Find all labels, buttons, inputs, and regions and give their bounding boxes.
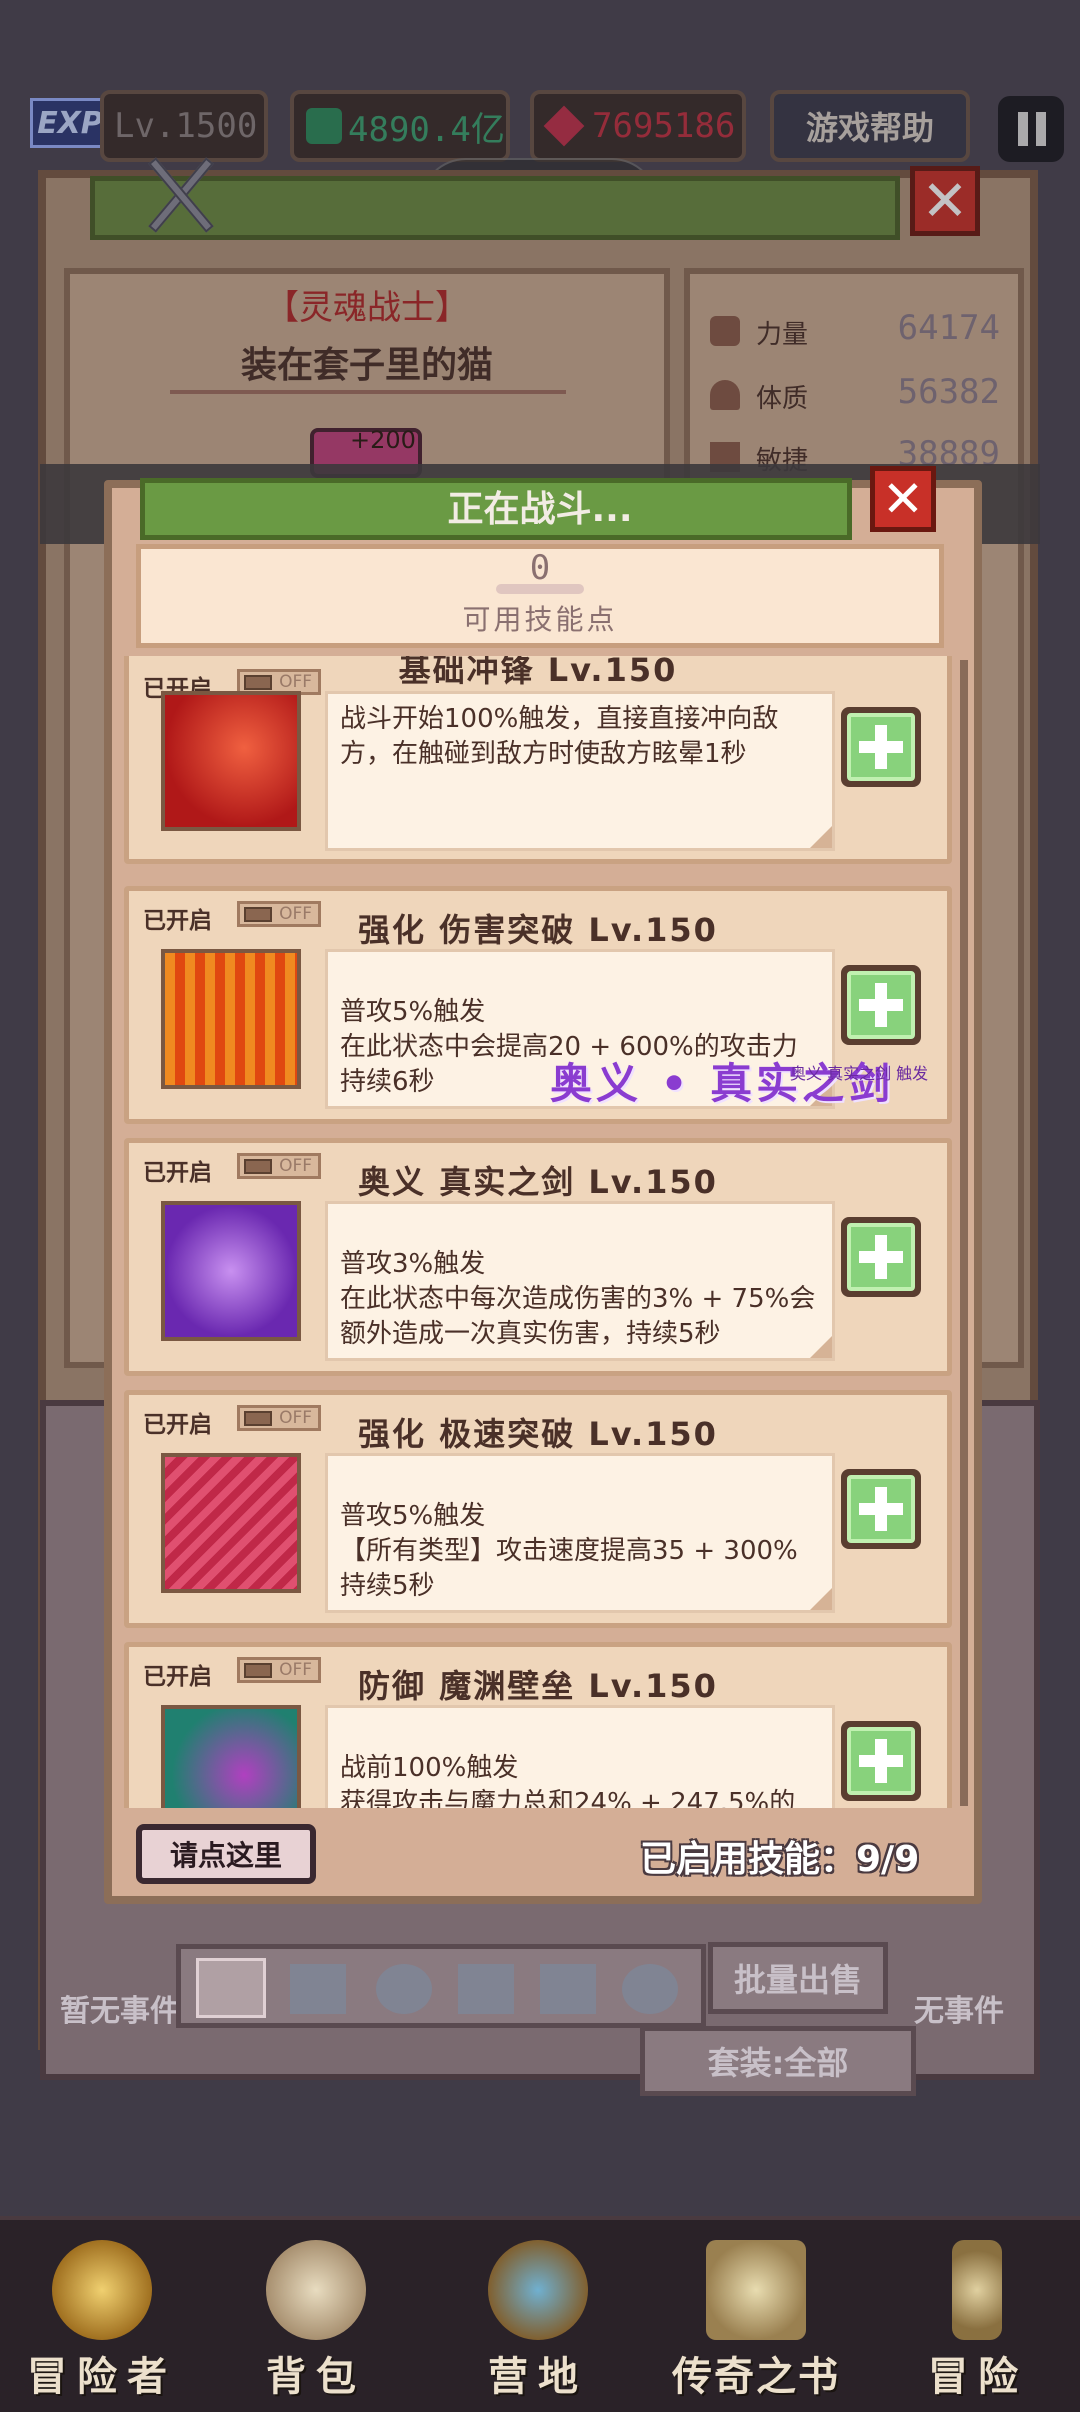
skill-points-value: 0: [529, 548, 551, 588]
shield-crystal-icon: [161, 1705, 301, 1808]
purple-sword-icon: [161, 1201, 301, 1341]
skill-desc-text: 战斗开始100%触发，直接直接冲向敌方，在触碰到敌方时使敌方眩晕1秒: [340, 704, 779, 769]
skill-list[interactable]: 已开启 OFF 基础冲锋 Lv.150 战斗开始100%触发，直接直接冲向敌方，…: [110, 656, 968, 1808]
click-here-label: 请点这里: [169, 1839, 282, 1872]
skill-desc-text: 普攻3%触发 在此状态中每次造成伤害的3% + 75%会额外造成一次真实伤害，持…: [340, 1249, 816, 1349]
right-event-label: 无事件: [914, 1994, 1004, 2029]
nav-legend-book[interactable]: 传奇之书: [666, 2240, 846, 2412]
batch-sell-button[interactable]: 批量出售: [708, 1942, 888, 2014]
nav-camp[interactable]: 营地: [448, 2240, 628, 2412]
click-here-button[interactable]: 请点这里: [136, 1824, 316, 1884]
nav-adventurer-label: 冒险者: [27, 2354, 177, 2400]
bag-icon: [266, 2240, 366, 2340]
skill-list-scrollbar[interactable]: [960, 660, 968, 1806]
nav-backpack-label: 背包: [266, 2354, 366, 2400]
tab-ring[interactable]: [622, 1964, 678, 2014]
sword-icon: [952, 2240, 1002, 2340]
plus-icon: [847, 1727, 915, 1795]
plus-icon: [847, 1475, 915, 1543]
tab-helmet[interactable]: [376, 1964, 432, 2014]
skill-points-bar: [496, 584, 584, 594]
charge-icon: [161, 691, 301, 831]
left-event-label: 暂无事件: [60, 1994, 180, 2029]
nav-legend-book-label: 传奇之书: [672, 2354, 840, 2400]
tab-weapon[interactable]: [196, 1958, 266, 2018]
book-icon: [706, 2240, 806, 2340]
batch-sell-label: 批量出售: [733, 1961, 862, 1999]
nav-camp-label: 营地: [488, 2354, 588, 2400]
skill-desc: 普攻3%触发 在此状态中每次造成伤害的3% + 75%会额外造成一次真实伤害，持…: [325, 1201, 835, 1361]
skill-title: 防御 魔渊壁垒 Lv.150: [358, 1667, 718, 1705]
skill-upgrade-button[interactable]: [841, 965, 921, 1045]
skill-desc: 战前100%触发 获得攻击与魔力总和24% + 247.5%的护盾，并提高10%…: [325, 1705, 835, 1808]
skill-upgrade-button[interactable]: [841, 1721, 921, 1801]
boot-icon: [161, 1453, 301, 1593]
skill-popup-close-button[interactable]: ✕: [870, 466, 936, 532]
skill-card: 已开启 OFF 防御 魔渊壁垒 Lv.150 战前100%触发 获得攻击与魔力总…: [124, 1642, 952, 1808]
banner-icon: [488, 2240, 588, 2340]
skill-desc-text: 战前100%触发 获得攻击与魔力总和24% + 247.5%的护盾，并提高10%…: [340, 1753, 796, 1808]
skill-title: 奥义 真实之剑 Lv.150: [358, 1163, 718, 1201]
plus-icon: [847, 971, 915, 1039]
tab-body[interactable]: [458, 1964, 514, 2014]
skill-points-label: 可用技能点: [462, 603, 618, 636]
skill-card: 已开启 OFF 奥义 真实之剑 Lv.150 普攻3%触发 在此状态中每次造成伤…: [124, 1138, 952, 1376]
skill-upgrade-button[interactable]: [841, 1217, 921, 1297]
skill-card: 已开启 OFF 强化 极速突破 Lv.150 普攻5%触发 【所有类型】攻击速度…: [124, 1390, 952, 1628]
skill-title: 强化 伤害突破 Lv.150: [358, 911, 718, 949]
skill-upgrade-button[interactable]: [841, 1469, 921, 1549]
nav-adventure-label: 冒险: [928, 2354, 1028, 2400]
skill-card: 已开启 OFF 基础冲锋 Lv.150 战斗开始100%触发，直接直接冲向敌方，…: [124, 656, 952, 864]
skill-desc: 战斗开始100%触发，直接直接冲向敌方，在触碰到敌方时使敌方眩晕1秒: [325, 691, 835, 851]
tab-legs[interactable]: [540, 1964, 596, 2014]
nav-backpack[interactable]: 背包: [226, 2240, 406, 2412]
skill-title: 基础冲锋 Lv.150: [398, 656, 678, 689]
skill-trigger-small: 奥义 真实之剑 触发: [790, 1064, 929, 1083]
nav-adventure[interactable]: 冒险: [888, 2240, 1068, 2412]
suit-filter-label: 套装:全部: [707, 2044, 849, 2082]
sword-fire-icon: [161, 949, 301, 1089]
skill-upgrade-button[interactable]: [841, 707, 921, 787]
suit-filter[interactable]: 套装:全部: [640, 2026, 916, 2096]
plus-icon: [847, 713, 915, 781]
enabled-skills-count: 已启用技能：9/9: [640, 1839, 920, 1880]
skill-desc: 普攻5%触发 【所有类型】攻击速度提高35 + 300% 持续5秒: [325, 1453, 835, 1613]
tab-armor[interactable]: [290, 1964, 346, 2014]
skill-desc-text: 普攻5%触发 【所有类型】攻击速度提高35 + 300% 持续5秒: [340, 1501, 798, 1601]
plus-icon: [847, 1223, 915, 1291]
skill-title: 强化 极速突破 Lv.150: [358, 1415, 718, 1453]
helmet-icon: [52, 2240, 152, 2340]
nav-adventurer[interactable]: 冒险者: [12, 2240, 192, 2412]
